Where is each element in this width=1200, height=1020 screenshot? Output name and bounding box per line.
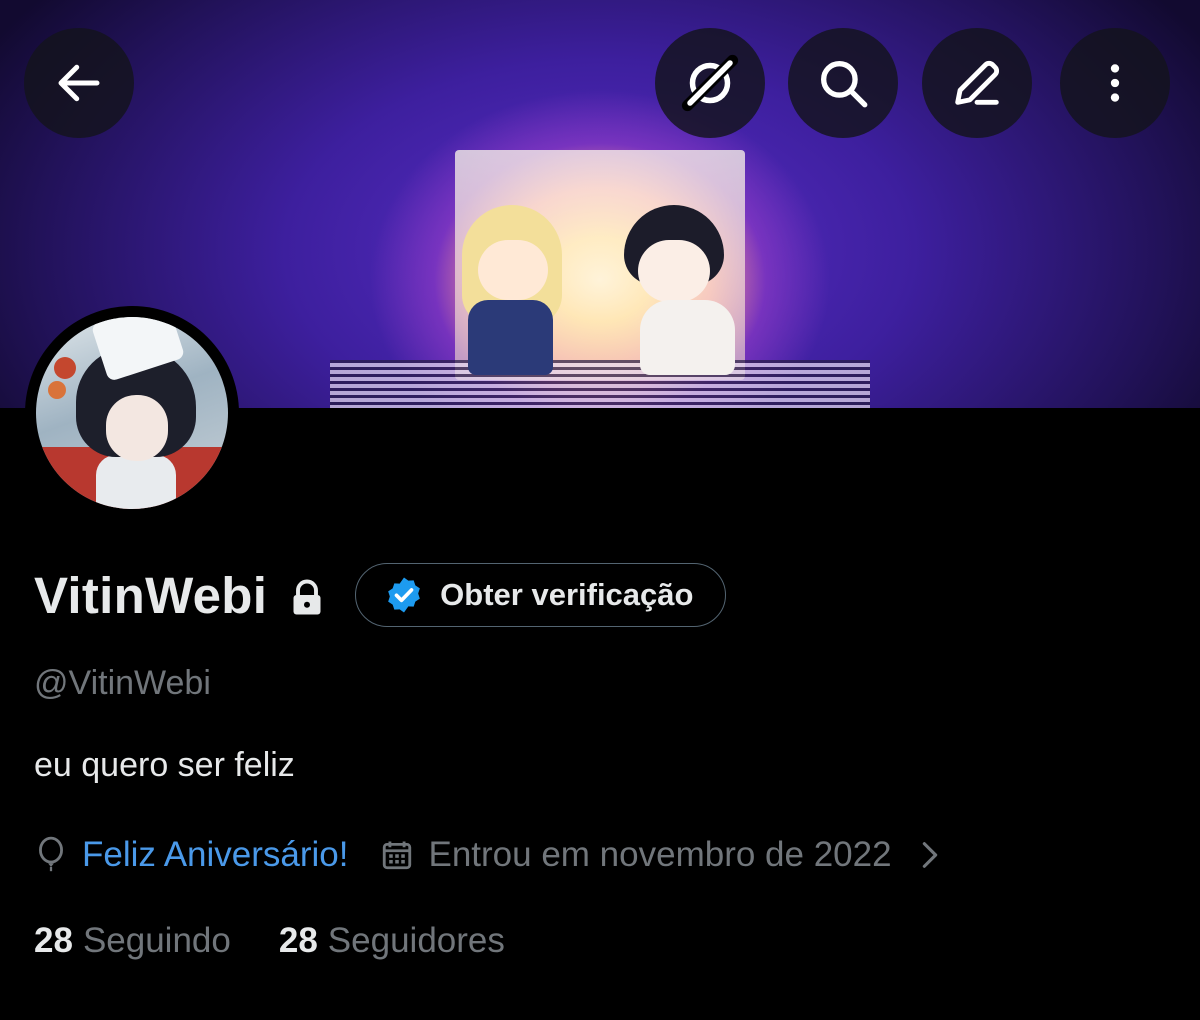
followers-count: 28 bbox=[278, 921, 318, 960]
arrow-left-icon bbox=[58, 64, 100, 102]
banner-figure-girl-body bbox=[468, 300, 553, 375]
more-vertical-icon bbox=[1110, 64, 1120, 102]
name-row: VitinWebi Obter verificação bbox=[34, 560, 727, 630]
profile-handle: @VitinWebi bbox=[34, 664, 211, 702]
get-verified-label: Obter verificação bbox=[440, 577, 694, 612]
avatar-shirt bbox=[96, 455, 176, 509]
verified-badge-icon bbox=[388, 577, 421, 613]
chevron-right-icon[interactable] bbox=[918, 838, 942, 872]
grok-icon bbox=[681, 54, 739, 112]
following-link[interactable]: 28 Seguindo bbox=[34, 921, 231, 961]
search-button[interactable] bbox=[788, 28, 898, 138]
follow-stats: 28 Seguindo 28 Seguidores bbox=[34, 916, 505, 966]
search-icon bbox=[821, 61, 868, 108]
banner-figure-girl-face bbox=[478, 240, 548, 300]
grok-button[interactable] bbox=[655, 28, 765, 138]
avatar[interactable] bbox=[25, 306, 239, 520]
banner-figure-boy-body bbox=[640, 300, 735, 375]
following-label: Seguindo bbox=[82, 921, 231, 960]
edit-profile-button[interactable] bbox=[922, 28, 1032, 138]
profile-meta: Feliz Aniversário! Entrou em novembro de… bbox=[34, 830, 942, 880]
avatar-flower bbox=[54, 357, 76, 379]
edit-icon bbox=[955, 60, 1000, 105]
get-verified-button[interactable]: Obter verificação bbox=[355, 563, 727, 627]
avatar-image bbox=[36, 317, 228, 509]
lock-icon bbox=[293, 579, 321, 615]
profile-bio: eu quero ser feliz bbox=[34, 746, 295, 784]
birthday-link[interactable]: Feliz Aniversário! bbox=[82, 835, 348, 875]
following-count: 28 bbox=[34, 921, 73, 960]
calendar-icon bbox=[383, 841, 412, 870]
more-options-button[interactable] bbox=[1060, 28, 1170, 138]
banner-figure-boy-face bbox=[638, 240, 710, 302]
followers-label: Seguidores bbox=[327, 921, 505, 960]
banner-floor bbox=[330, 360, 870, 408]
display-name: VitinWebi bbox=[34, 566, 268, 624]
back-button[interactable] bbox=[24, 28, 134, 138]
followers-link[interactable]: 28 Seguidores bbox=[279, 921, 505, 961]
avatar-face bbox=[106, 395, 168, 461]
joined-date: Entrou em novembro de 2022 bbox=[428, 835, 892, 874]
avatar-flower bbox=[48, 381, 66, 399]
balloon-icon bbox=[39, 836, 63, 872]
